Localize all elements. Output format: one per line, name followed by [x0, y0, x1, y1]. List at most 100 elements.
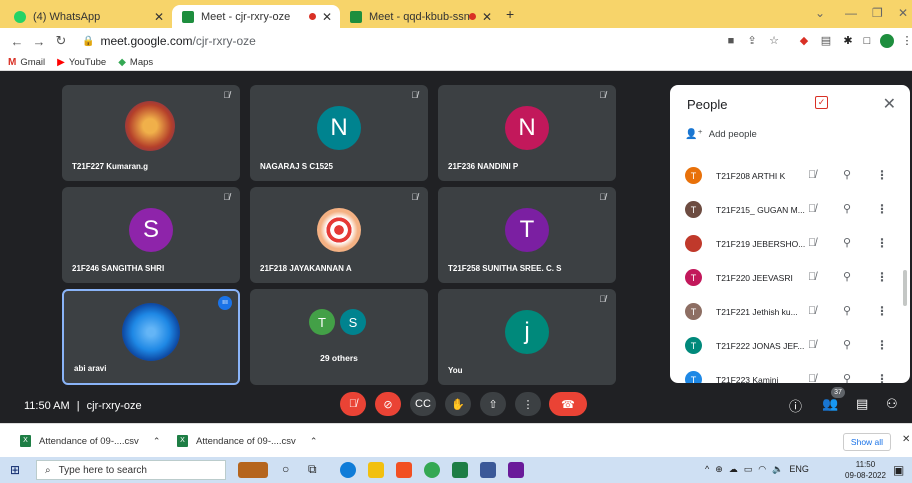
participant-tile[interactable]: T 🎙̸ T21F258 SUNITHA SREE. C. S	[438, 187, 616, 283]
language-indicator[interactable]: ENG	[789, 464, 809, 475]
panel-scrollbar[interactable]	[903, 270, 907, 306]
close-downloads-icon[interactable]: ✕	[902, 434, 910, 445]
tab-whatsapp[interactable]: (4) WhatsApp ✕	[4, 5, 172, 28]
mic-off-icon[interactable]: 🎙̸	[808, 271, 816, 283]
network-icon[interactable]: ⊕	[715, 464, 723, 475]
more-options-icon[interactable]: ⋮	[876, 372, 888, 383]
people-list-item[interactable]: T T21F208 ARTHI K 🎙̸ ⚲ ⋮	[670, 161, 910, 191]
tab-search-icon[interactable]: ⌄	[815, 6, 825, 20]
maximize-button[interactable]: ❐	[872, 6, 883, 20]
share-icon[interactable]: ⇪	[745, 34, 759, 48]
activities-icon[interactable]: ⚇	[886, 396, 898, 412]
participant-tile-speaking[interactable]: ııı abi aravi	[62, 289, 240, 385]
pin-icon[interactable]: ⚲	[843, 202, 851, 215]
bookmark-youtube[interactable]: ▶ YouTube	[57, 57, 106, 68]
mic-off-icon[interactable]: 🎙̸	[808, 169, 816, 181]
volume-icon[interactable]: 🔈	[772, 464, 783, 475]
minimize-button[interactable]: —	[845, 6, 857, 20]
chevron-up-icon[interactable]: ⌃	[310, 436, 318, 447]
mic-off-icon[interactable]: 🎙̸	[808, 203, 816, 215]
participant-tile[interactable]: 🎙̸ 21F218 JAYAKANNAN A	[250, 187, 428, 283]
mic-off-icon[interactable]: 🎙̸	[808, 305, 816, 317]
battery-icon[interactable]: ▭	[744, 464, 753, 475]
weather-widget-icon[interactable]	[238, 462, 268, 478]
chat-icon[interactable]: ▤	[856, 396, 868, 412]
pin-icon[interactable]: ⚲	[843, 304, 851, 317]
pin-icon[interactable]: ⚲	[843, 236, 851, 249]
present-button[interactable]: ⇧	[480, 392, 506, 416]
show-all-button[interactable]: Show all	[843, 433, 891, 451]
tab-icon[interactable]: □	[860, 34, 874, 48]
add-people-button[interactable]: 👤⁺ Add people	[685, 129, 757, 140]
more-options-icon[interactable]: ⋮	[876, 304, 888, 318]
wifi-icon[interactable]: ◠	[758, 464, 766, 475]
more-options-icon[interactable]: ⋮	[876, 270, 888, 284]
chevron-up-icon[interactable]: ^	[705, 464, 709, 475]
forward-button[interactable]: →	[28, 34, 50, 49]
people-list-item[interactable]: T T21F220 JEEVASRI 🎙̸ ⚲ ⋮	[670, 263, 910, 293]
browser-menu-icon[interactable]: ⋮	[900, 34, 912, 48]
app-icon[interactable]	[508, 462, 524, 478]
bookmark-gmail[interactable]: M Gmail	[8, 57, 45, 68]
close-tab-icon[interactable]: ✕	[322, 10, 332, 24]
extension-icon[interactable]: ▤	[819, 34, 833, 48]
more-options-icon[interactable]: ⋮	[876, 236, 888, 250]
pin-icon[interactable]: ⚲	[843, 372, 851, 383]
participant-tile[interactable]: N 🎙̸ 21F236 NANDINI P	[438, 85, 616, 181]
self-tile[interactable]: j 🎙̸ You	[438, 289, 616, 385]
new-tab-button[interactable]: +	[506, 6, 514, 22]
mic-off-icon[interactable]: 🎙̸	[808, 237, 816, 249]
extension-icon[interactable]: ◆	[797, 34, 811, 48]
pin-icon[interactable]: ⚲	[843, 168, 851, 181]
back-button[interactable]: ←	[6, 34, 28, 49]
chrome-icon[interactable]	[424, 462, 440, 478]
leave-call-button[interactable]: ☎	[549, 392, 587, 416]
notifications-icon[interactable]: ▣	[893, 463, 904, 477]
participant-tile[interactable]: N 🎙̸ NAGARAJ S C1525	[250, 85, 428, 181]
bookmark-star-icon[interactable]: ☆	[767, 34, 781, 48]
chevron-up-icon[interactable]: ⌃	[153, 436, 161, 447]
close-panel-button[interactable]: ✕	[883, 94, 896, 114]
close-tab-icon[interactable]: ✕	[154, 10, 164, 24]
camera-off-button[interactable]: ⊘	[375, 392, 401, 416]
people-icon[interactable]: 👥	[822, 396, 838, 412]
download-item[interactable]: X Attendance of 09-....csv ⌃	[177, 435, 317, 447]
participant-tile[interactable]: S 🎙̸ 21F246 SANGITHA SHRI	[62, 187, 240, 283]
tab-meet-active[interactable]: Meet - cjr-rxry-oze ✕	[172, 5, 340, 28]
host-controls-icon[interactable]: ✓	[815, 96, 828, 109]
mic-off-icon[interactable]: 🎙̸	[808, 373, 816, 383]
people-list-item[interactable]: T T21F221 Jethish ku... 🎙̸ ⚲ ⋮	[670, 297, 910, 327]
tab-meet-2[interactable]: Meet - qqd-kbub-ssn ✕	[340, 5, 500, 28]
onedrive-icon[interactable]: ☁	[729, 464, 738, 475]
more-options-icon[interactable]: ⋮	[876, 202, 888, 216]
address-bar[interactable]: 🔒 meet.google.com/cjr-rxry-oze	[82, 31, 602, 51]
windows-start-icon[interactable]: ⊞	[10, 463, 20, 477]
more-options-button[interactable]: ⋮	[515, 392, 541, 416]
profile-avatar[interactable]	[880, 34, 894, 48]
mic-off-button[interactable]: 🎙̸	[340, 392, 366, 416]
captions-button[interactable]: CC	[410, 392, 436, 416]
system-clock[interactable]: 11:50 09-08-2022	[845, 459, 886, 481]
edge-icon[interactable]	[340, 462, 356, 478]
excel-icon[interactable]	[452, 462, 468, 478]
reload-button[interactable]: ↻	[50, 33, 72, 49]
pin-icon[interactable]: ⚲	[843, 338, 851, 351]
more-options-icon[interactable]: ⋮	[876, 338, 888, 352]
bookmark-maps[interactable]: ◆ Maps	[118, 57, 153, 68]
participant-tile[interactable]: 🎙̸ T21F227 Kumaran.g	[62, 85, 240, 181]
people-list-item[interactable]: T T21F215_ GUGAN M... 🎙̸ ⚲ ⋮	[670, 195, 910, 225]
close-window-button[interactable]: ✕	[898, 6, 908, 20]
people-list-item[interactable]: T21F219 JEBERSHO... 🎙̸ ⚲ ⋮	[670, 229, 910, 259]
people-list-item[interactable]: T T21F222 JONAS JEF... 🎙̸ ⚲ ⋮	[670, 331, 910, 361]
meeting-info-icon[interactable]: ⓘ	[789, 396, 802, 415]
task-view-icon[interactable]: ⧉	[308, 462, 317, 477]
cortana-icon[interactable]: ○	[282, 462, 289, 476]
others-tile[interactable]: T S 29 others	[250, 289, 428, 385]
raise-hand-button[interactable]: ✋	[445, 392, 471, 416]
file-explorer-icon[interactable]	[368, 462, 384, 478]
download-item[interactable]: X Attendance of 09-....csv ⌃	[20, 435, 160, 447]
close-tab-icon[interactable]: ✕	[482, 10, 492, 24]
app-icon[interactable]	[480, 462, 496, 478]
camera-icon[interactable]: ■	[724, 34, 738, 48]
more-options-icon[interactable]: ⋮	[876, 168, 888, 182]
